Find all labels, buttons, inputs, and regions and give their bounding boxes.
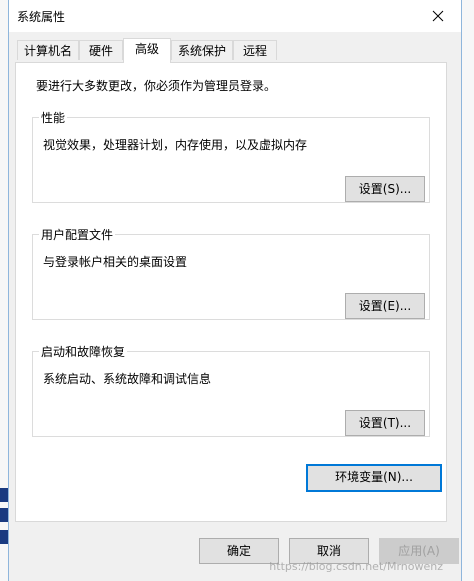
performance-description: 视觉效果，处理器计划，内存使用，以及虚拟内存	[43, 138, 308, 152]
startup-recovery-group-title: 启动和故障恢复	[39, 343, 128, 360]
environment-variables-button[interactable]: 环境变量(N)...	[306, 464, 442, 492]
system-properties-dialog: 系统属性 计算机名 硬件 高级 系统保护 远程 要进行大多数更改，你必须作为管理…	[8, 0, 462, 581]
startup-recovery-settings-button[interactable]: 设置(T)...	[345, 410, 425, 436]
close-icon	[432, 10, 444, 22]
startup-recovery-description: 系统启动、系统故障和调试信息	[43, 372, 212, 386]
advanced-tab-panel: 要进行大多数更改，你必须作为管理员登录。 性能 视觉效果，处理器计划，内存使用，…	[15, 62, 447, 522]
close-button[interactable]	[415, 0, 461, 32]
startup-recovery-group: 启动和故障恢复 系统启动、系统故障和调试信息 设置(T)...	[32, 343, 430, 437]
tab-computer-name[interactable]: 计算机名	[17, 40, 79, 60]
ok-button[interactable]: 确定	[199, 538, 279, 564]
background-block	[0, 508, 8, 522]
background-block	[0, 488, 8, 502]
performance-group: 性能 视觉效果，处理器计划，内存使用，以及虚拟内存 设置(S)...	[32, 109, 430, 203]
user-profiles-settings-button[interactable]: 设置(E)...	[345, 293, 425, 319]
window-title: 系统属性	[17, 10, 66, 24]
performance-settings-button[interactable]: 设置(S)...	[345, 176, 425, 202]
performance-group-title: 性能	[39, 109, 68, 126]
tab-advanced[interactable]: 高级	[123, 38, 171, 63]
tab-remote[interactable]: 远程	[233, 40, 277, 60]
watermark: https://blog.csdn.net/Mrnowenz	[269, 560, 443, 573]
admin-notice: 要进行大多数更改，你必须作为管理员登录。	[36, 79, 277, 93]
background-window-right	[460, 0, 474, 581]
title-bar: 系统属性	[9, 0, 461, 32]
user-profiles-group: 用户配置文件 与登录帐户相关的桌面设置 设置(E)...	[32, 226, 430, 320]
user-profiles-description: 与登录帐户相关的桌面设置	[43, 255, 188, 269]
user-profiles-group-title: 用户配置文件	[39, 226, 116, 243]
background-window-left	[0, 0, 8, 581]
tab-system-protection[interactable]: 系统保护	[171, 40, 233, 60]
tab-hardware[interactable]: 硬件	[79, 40, 123, 60]
background-block	[0, 530, 8, 544]
